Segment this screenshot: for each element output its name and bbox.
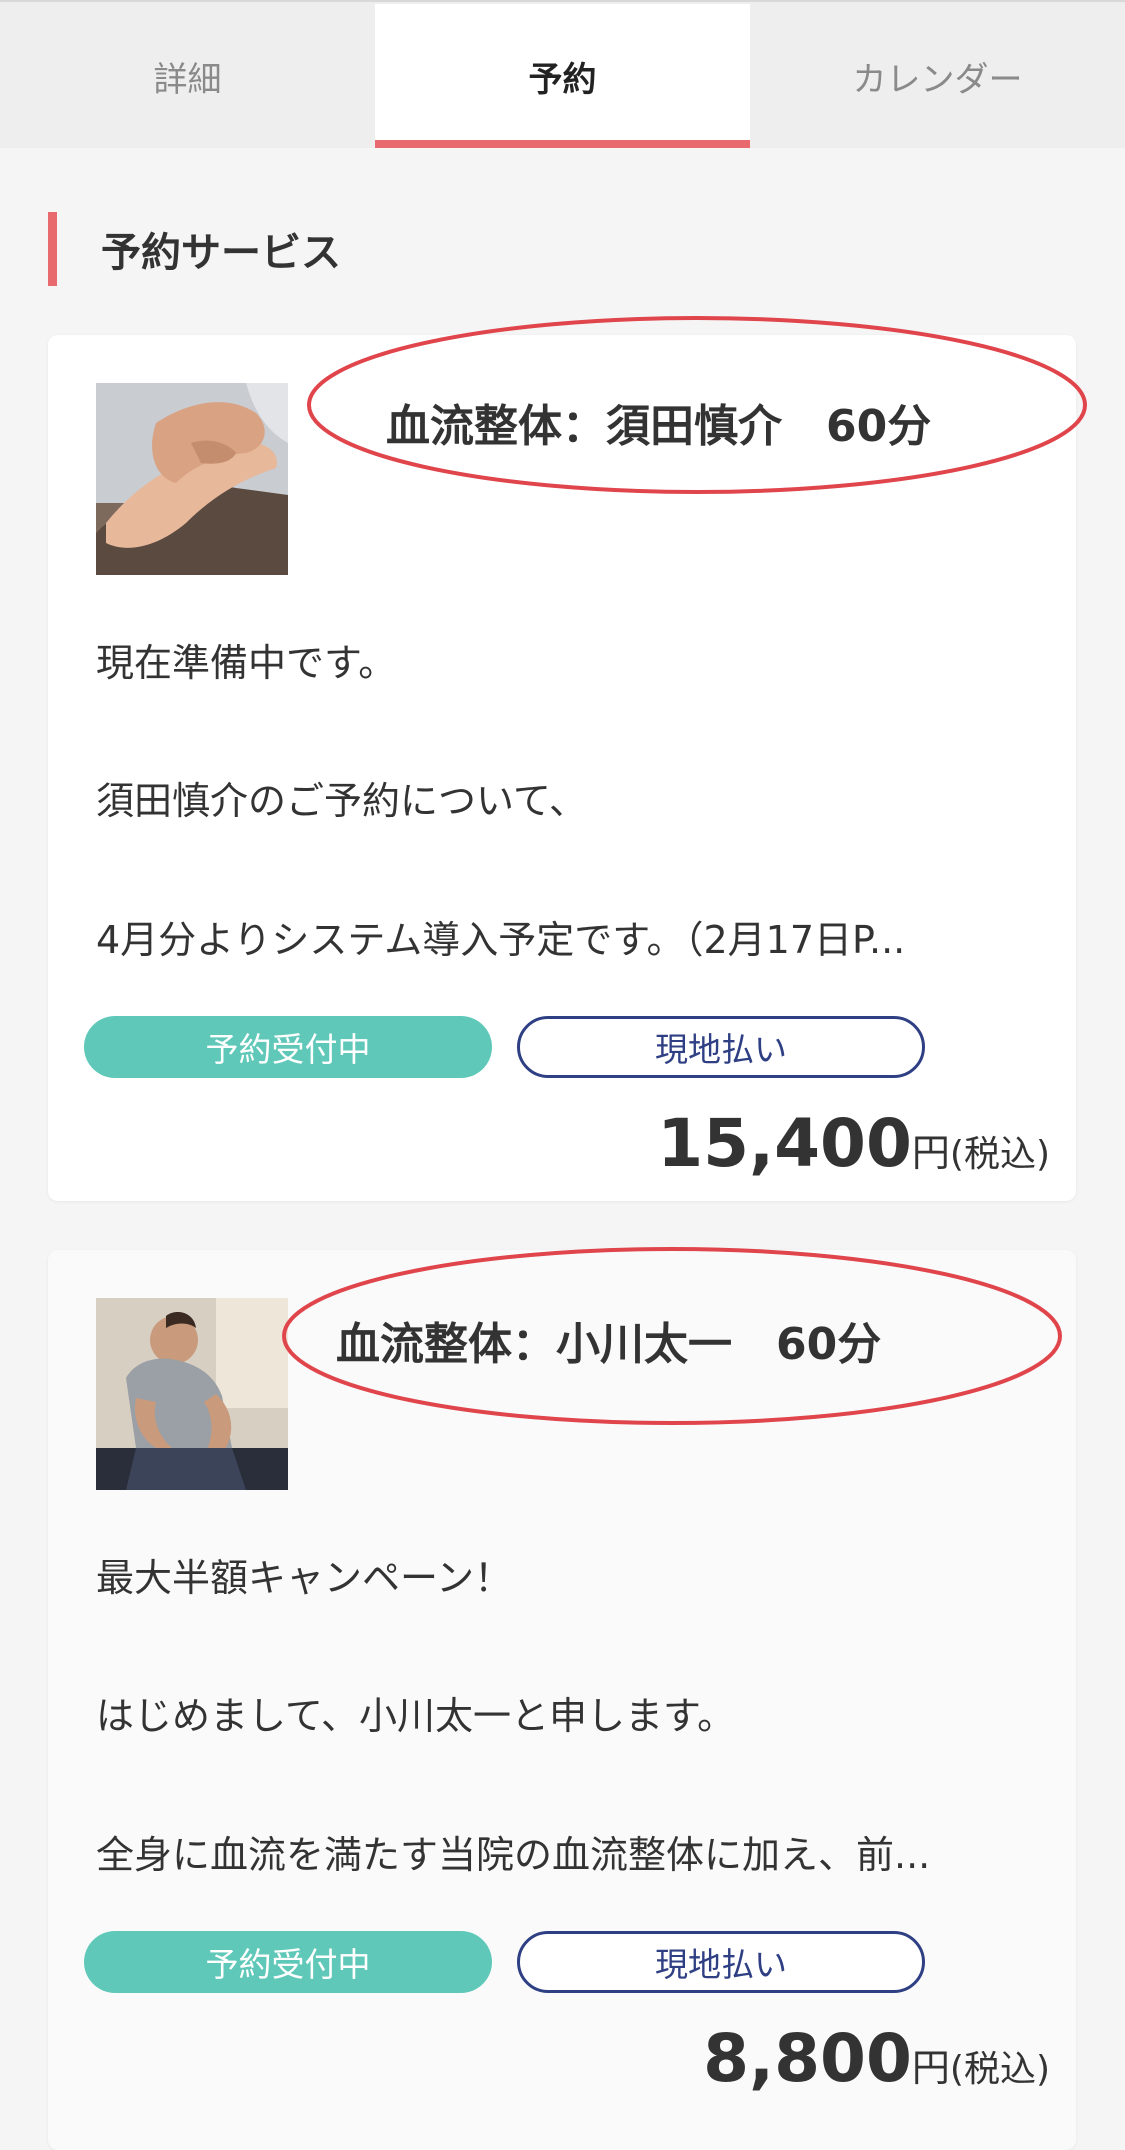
price-tax-note: (税込): [949, 1134, 1050, 1175]
service-description-line: 全身に血流を満たす当院の血流整体に加え、前...: [96, 1833, 931, 1877]
price-amount: 8,800: [703, 2020, 912, 2097]
service-title[interactable]: 血流整体：須田慎介 60分: [386, 390, 931, 454]
service-description-line: 須田慎介のご予約について、: [96, 779, 587, 823]
service-thumbnail: [96, 1298, 288, 1490]
service-thumbnail: [96, 383, 288, 575]
active-tab-indicator: [375, 140, 750, 148]
price-tax-note: (税込): [949, 2049, 1050, 2090]
tab-detail[interactable]: 詳細: [0, 4, 375, 148]
tab-calendar-label: カレンダー: [852, 59, 1023, 100]
section-title-label: 予約サービス: [101, 230, 341, 276]
service-title[interactable]: 血流整体：小川太一 60分: [336, 1308, 881, 1372]
section-title: 予約サービス: [48, 212, 341, 286]
service-description-line: 最大半額キャンペーン！: [96, 1556, 513, 1600]
payment-badge: 現地払い: [517, 1931, 925, 1993]
price-amount: 15,400: [657, 1105, 912, 1182]
payment-badge: 現地払い: [517, 1016, 925, 1078]
tab-detail-label: 詳細: [153, 59, 222, 100]
status-badge: 予約受付中: [84, 1931, 492, 1993]
status-badge: 予約受付中: [84, 1016, 492, 1078]
service-price: 8,800 円 (税込): [703, 2020, 1050, 2097]
tab-calendar[interactable]: カレンダー: [750, 4, 1125, 148]
tab-bar: 詳細 予約 カレンダー: [0, 0, 1125, 148]
price-unit: 円: [911, 2046, 950, 2090]
service-card[interactable]: 血流整体：須田慎介 60分 現在準備中です。 須田慎介のご予約について、 4月分…: [48, 316, 1087, 1201]
service-card[interactable]: 血流整体：小川太一 60分 最大半額キャンペーン！ はじめまして、小川太一と申し…: [48, 1247, 1076, 2150]
tab-reserve-label: 予約: [528, 59, 597, 100]
price-unit: 円: [911, 1131, 950, 1175]
service-description-line: はじめまして、小川太一と申します。: [96, 1694, 736, 1738]
service-price: 15,400 円 (税込): [657, 1105, 1050, 1182]
service-description-line: 現在準備中です。: [96, 641, 397, 685]
service-description-line: 4月分よりシステム導入予定です。（2月17日P...: [96, 918, 906, 962]
tab-reserve[interactable]: 予約: [375, 4, 750, 148]
